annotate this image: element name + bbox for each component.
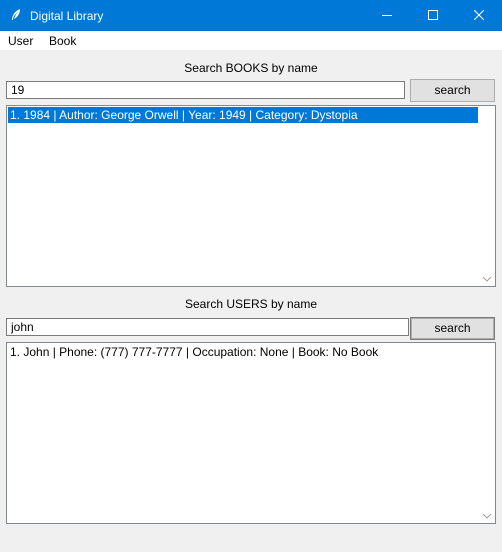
title-bar[interactable]: Digital Library bbox=[0, 0, 502, 31]
maximize-icon bbox=[428, 10, 438, 20]
minimize-icon bbox=[382, 15, 392, 16]
books-search-label: Search BOOKS by name bbox=[184, 61, 318, 75]
users-results-list[interactable]: 1. John | Phone: (777) 777-7777 | Occupa… bbox=[6, 342, 496, 524]
menu-book[interactable]: Book bbox=[49, 34, 76, 48]
menu-user[interactable]: User bbox=[8, 34, 33, 48]
list-item[interactable]: 1. 1984 | Author: George Orwell | Year: … bbox=[8, 107, 478, 123]
users-search-input[interactable] bbox=[6, 318, 409, 336]
scroll-down-icon[interactable] bbox=[482, 512, 492, 520]
window-title: Digital Library bbox=[30, 9, 104, 23]
close-button[interactable] bbox=[456, 0, 502, 31]
app-window: Digital Library User Book Search BOOKS b… bbox=[0, 0, 502, 552]
books-search-button[interactable]: search bbox=[410, 79, 495, 102]
users-search-button[interactable]: search bbox=[410, 317, 495, 340]
scroll-down-icon[interactable] bbox=[482, 275, 492, 283]
users-search-label: Search USERS by name bbox=[184, 297, 318, 311]
books-search-input[interactable] bbox=[6, 81, 405, 99]
menu-bar: User Book bbox=[0, 31, 502, 50]
maximize-button[interactable] bbox=[410, 0, 456, 31]
books-results-list[interactable]: 1. 1984 | Author: George Orwell | Year: … bbox=[6, 105, 496, 287]
close-icon bbox=[474, 10, 484, 20]
minimize-button[interactable] bbox=[364, 0, 410, 31]
feather-icon bbox=[9, 8, 23, 22]
list-item[interactable]: 1. John | Phone: (777) 777-7777 | Occupa… bbox=[8, 344, 478, 360]
